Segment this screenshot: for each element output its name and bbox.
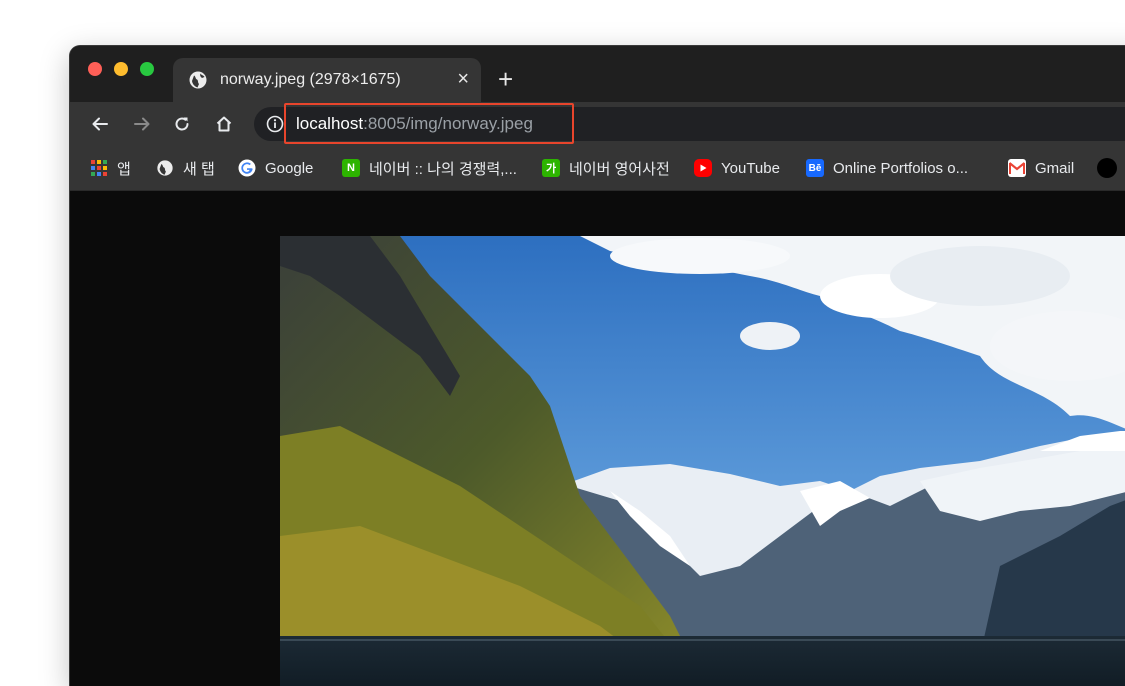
bookmark-label: Google [265,159,314,177]
bookmark-gmail[interactable]: Gmail [1008,146,1074,190]
bookmark-naver[interactable]: N 네이버 :: 나의 경쟁력,... [342,146,517,190]
apps-grid-icon [90,159,108,177]
bookmark-label: Online Portfolios o... [833,159,969,177]
bookmark-label: Gmail [1035,159,1075,177]
bookmark-label: 네이버 영어사전 [569,160,670,178]
youtube-icon [694,159,712,177]
url-highlight-box [284,103,574,144]
globe-icon [188,70,208,90]
toolbar: localhost:8005/img/norway.jpeg [70,102,1125,146]
bookmark-overflow[interactable] [1097,146,1125,190]
zoom-window-button[interactable] [140,62,154,76]
active-tab[interactable]: norway.jpeg (2978×1675) × [173,58,481,102]
bookmark-apps[interactable]: 앱 [90,146,131,190]
title-bar: norway.jpeg (2978×1675) × + [70,46,1125,102]
circle-icon [1097,158,1117,178]
google-icon [238,159,256,177]
bookmark-label: 앱 [117,160,131,178]
bookmark-youtube[interactable]: YouTube [694,146,780,190]
bookmark-label: YouTube [721,159,780,177]
reload-icon[interactable] [170,112,194,136]
naver-icon: N [342,159,360,177]
minimize-window-button[interactable] [114,62,128,76]
info-icon[interactable] [266,115,284,133]
norway-landscape-image [280,236,1125,686]
browser-window: norway.jpeg (2978×1675) × + localhost:80… [70,46,1125,686]
behance-icon: Bē [806,159,824,177]
bookmark-label: 새 탭 [183,160,215,178]
back-icon[interactable] [88,112,112,136]
bookmark-new-tab[interactable]: 새 탭 [156,146,215,190]
new-tab-button[interactable]: + [498,66,513,92]
globe-icon [156,159,174,177]
close-tab-icon[interactable]: × [457,67,469,91]
bookmark-label: 네이버 :: 나의 경쟁력,... [369,160,517,178]
home-icon[interactable] [212,112,236,136]
bookmark-naver-dictionary[interactable]: 가 네이버 영어사전 [542,146,670,190]
bookmark-google[interactable]: Google [238,146,313,190]
gmail-icon [1008,159,1026,177]
forward-icon[interactable] [130,112,154,136]
bookmarks-bar: 앱 새 탭 Google N 네이버 :: 나의 경쟁력,... 가 네이버 영… [70,146,1125,191]
tab-title: norway.jpeg (2978×1675) [220,71,401,88]
naver-dict-icon: 가 [542,159,560,177]
close-window-button[interactable] [88,62,102,76]
page-content [70,191,1125,686]
bookmark-behance[interactable]: Bē Online Portfolios o... [806,146,968,190]
